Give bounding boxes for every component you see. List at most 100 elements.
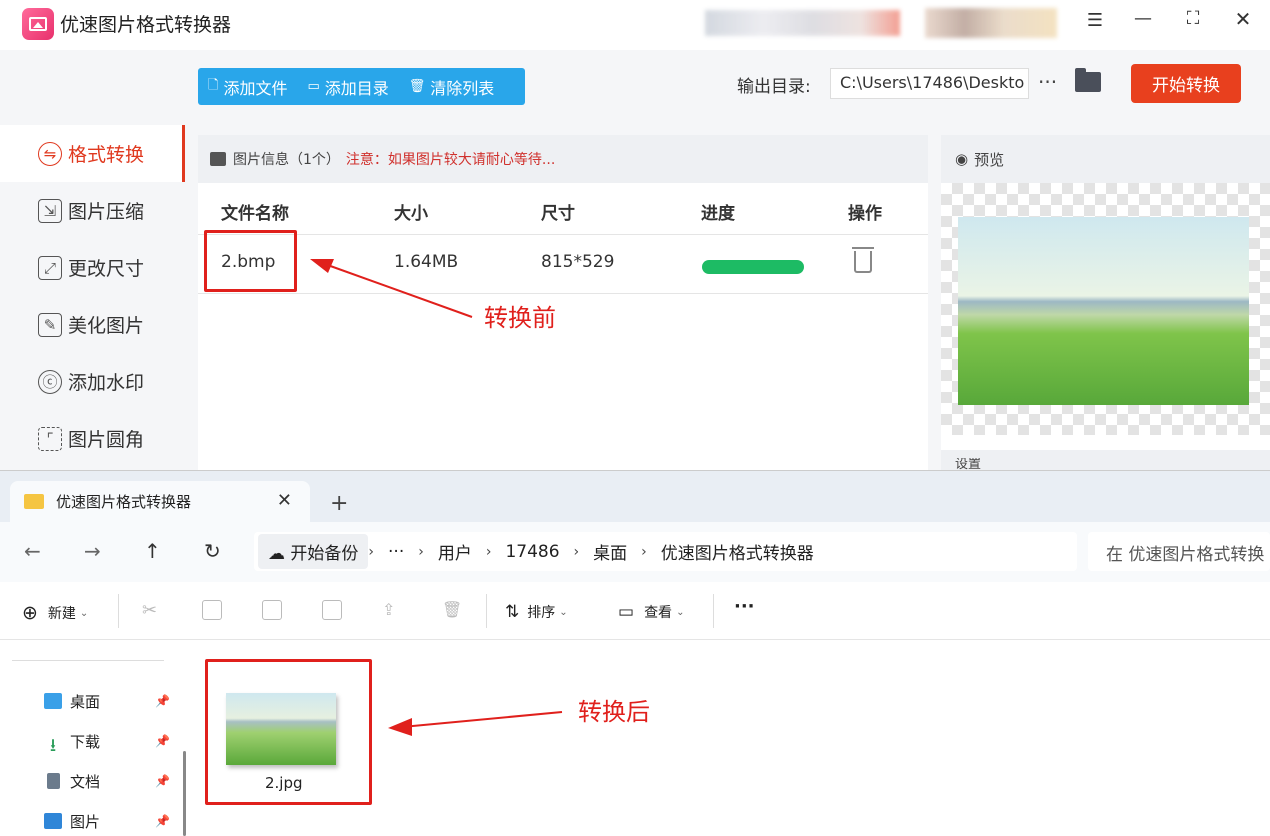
tab-title: 优速图片格式转换器 bbox=[56, 493, 192, 511]
nav-item-documents[interactable]: 文档 📌 bbox=[44, 768, 174, 794]
divider bbox=[713, 594, 714, 628]
app-title: 优速图片格式转换器 bbox=[60, 14, 232, 36]
file-toolbar: 🗋 添加文件 ▭ 添加目录 🗑 清除列表 bbox=[198, 68, 525, 105]
sidebar-item-label: 图片压缩 bbox=[68, 201, 145, 223]
title-bar: 优速图片格式转换器 ☰ — ⛶ ✕ bbox=[0, 0, 1270, 50]
breadcrumb-folder[interactable]: 优速图片格式转换器 bbox=[647, 539, 828, 564]
explorer-tab-bar: 优速图片格式转换器 ✕ + bbox=[0, 471, 1270, 522]
folder-icon bbox=[24, 494, 44, 509]
clear-list-button[interactable]: 🗑 清除列表 bbox=[399, 68, 505, 105]
eye-icon: ◉ bbox=[955, 150, 969, 168]
image-icon bbox=[210, 152, 226, 166]
image-info-bar: 图片信息（1个） 注意：如果图片较大请耐心等待... bbox=[198, 135, 928, 183]
settings-label: 设置 bbox=[955, 458, 982, 470]
breadcrumb-desktop[interactable]: 桌面 bbox=[579, 539, 641, 564]
back-icon[interactable]: ← bbox=[24, 539, 41, 563]
file-explorer: 优速图片格式转换器 ✕ + ← → ↑ ↻ ☁ 开始备份 › ··· › 用户 … bbox=[0, 470, 1270, 836]
new-label: 新建 bbox=[47, 606, 76, 622]
sidebar-item-format-convert[interactable]: ⇋ 格式转换 bbox=[0, 125, 185, 182]
add-dir-label: 添加目录 bbox=[324, 78, 389, 98]
preview-header: ◉ 预览 bbox=[941, 135, 1270, 183]
pin-icon[interactable]: 📌 bbox=[155, 694, 170, 708]
chevron-down-icon: ⌄ bbox=[676, 606, 685, 618]
cut-icon[interactable]: ✂ bbox=[142, 600, 162, 621]
search-input[interactable]: 在 优速图片格式转换 bbox=[1088, 532, 1270, 571]
clear-list-label: 清除列表 bbox=[430, 78, 495, 98]
breadcrumb-user[interactable]: 17486 bbox=[491, 542, 573, 562]
pin-icon[interactable]: 📌 bbox=[155, 774, 170, 788]
forward-icon[interactable]: → bbox=[84, 539, 101, 563]
add-file-button[interactable]: 🗋 添加文件 bbox=[198, 68, 297, 105]
sidebar-item-label: 格式转换 bbox=[68, 144, 145, 166]
watermark-icon: ⓒ bbox=[38, 369, 62, 394]
chevron-down-icon: ⌄ bbox=[559, 606, 568, 618]
output-path-field[interactable]: C:\Users\17486\Deskto bbox=[830, 68, 1029, 99]
backup-icon: ☁ bbox=[268, 544, 291, 564]
address-bar[interactable]: ☁ 开始备份 › ··· › 用户 › 17486 › 桌面 › 优速图片格式转… bbox=[254, 532, 1077, 571]
pin-icon[interactable]: 📌 bbox=[155, 734, 170, 748]
preview-label: 预览 bbox=[974, 150, 1005, 169]
maximize-icon[interactable]: ⛶ bbox=[1178, 8, 1208, 29]
share-icon[interactable]: ⇪ bbox=[382, 600, 402, 620]
nav-item-pictures[interactable]: 图片 📌 bbox=[44, 808, 174, 834]
nav-item-label: 下载 bbox=[70, 732, 101, 751]
sidebar-item-compress[interactable]: ⇲ 图片压缩 bbox=[0, 182, 185, 239]
delete-icon[interactable] bbox=[852, 247, 874, 273]
paste-icon[interactable] bbox=[262, 600, 282, 620]
table-header: 文件名称 大小 尺寸 进度 操作 bbox=[198, 183, 928, 235]
add-file-label: 添加文件 bbox=[223, 78, 288, 98]
sort-button[interactable]: ⇅ 排序 ⌄ bbox=[505, 602, 568, 622]
converter-app: 优速图片格式转换器 ☰ — ⛶ ✕ ⇋ 格式转换 ⇲ 图片压缩 ⤢ 更改尺寸 ✎… bbox=[0, 0, 1270, 470]
sort-icon: ⇅ bbox=[505, 602, 520, 622]
open-folder-icon[interactable] bbox=[1075, 68, 1101, 92]
refresh-icon[interactable]: ↻ bbox=[204, 539, 221, 563]
sidebar-item-label: 更改尺寸 bbox=[68, 258, 145, 280]
file-icon: 🗋 bbox=[208, 77, 219, 93]
blurred-user-info bbox=[705, 10, 900, 36]
plus-icon: ⊕ bbox=[22, 602, 38, 624]
new-tab-icon[interactable]: + bbox=[330, 491, 348, 516]
folder-icon: ▭ bbox=[307, 79, 320, 94]
add-dir-button[interactable]: ▭ 添加目录 bbox=[297, 68, 398, 105]
close-icon[interactable]: ✕ bbox=[1228, 7, 1258, 31]
breadcrumb-label: 开始备份 bbox=[290, 544, 359, 564]
sidebar-item-watermark[interactable]: ⓒ 添加水印 bbox=[0, 353, 185, 410]
sidebar-item-beautify[interactable]: ✎ 美化图片 bbox=[0, 296, 185, 353]
delete-icon[interactable]: 🗑 bbox=[442, 600, 462, 620]
breadcrumb-users[interactable]: 用户 bbox=[424, 539, 486, 564]
settings-header: 设置 bbox=[941, 450, 1270, 470]
progress-bar bbox=[702, 260, 804, 274]
nav-item-desktop[interactable]: 桌面 📌 bbox=[44, 688, 174, 714]
pin-icon[interactable]: 📌 bbox=[155, 814, 170, 828]
nav-item-downloads[interactable]: ⭳ 下载 📌 bbox=[44, 728, 174, 757]
rename-icon[interactable] bbox=[322, 600, 342, 620]
document-icon bbox=[47, 773, 60, 789]
col-name: 文件名称 bbox=[221, 204, 289, 224]
resize-icon: ⤢ bbox=[38, 255, 62, 280]
view-button[interactable]: ▭ 查看 ⌄ bbox=[618, 602, 684, 622]
breadcrumb-more[interactable]: ··· bbox=[374, 542, 418, 562]
breadcrumb-backup[interactable]: ☁ 开始备份 bbox=[258, 534, 369, 569]
divider bbox=[118, 594, 119, 628]
rounded-corner-icon: ⌜ bbox=[38, 426, 62, 451]
more-options-button[interactable]: ··· bbox=[1038, 70, 1057, 94]
explorer-tab[interactable]: 优速图片格式转换器 ✕ bbox=[10, 481, 310, 522]
scrollbar[interactable] bbox=[183, 751, 186, 836]
minimize-icon[interactable]: — bbox=[1128, 8, 1158, 29]
sidebar-item-rounded[interactable]: ⌜ 图片圆角 bbox=[0, 410, 185, 467]
copy-icon[interactable] bbox=[202, 600, 222, 620]
new-button[interactable]: ⊕ 新建 ⌄ bbox=[22, 602, 88, 624]
nav-item-label: 桌面 bbox=[70, 692, 101, 711]
menu-icon[interactable]: ☰ bbox=[1080, 10, 1110, 31]
tab-close-icon[interactable]: ✕ bbox=[277, 490, 292, 511]
sidebar-item-resize[interactable]: ⤢ 更改尺寸 bbox=[0, 239, 185, 296]
more-commands-button[interactable]: ··· bbox=[734, 596, 755, 617]
view-label: 查看 bbox=[644, 605, 673, 621]
up-icon[interactable]: ↑ bbox=[144, 539, 161, 563]
preview-image bbox=[958, 217, 1249, 405]
notice-text: 注意：如果图片较大请耐心等待... bbox=[345, 152, 556, 168]
app-logo-icon bbox=[22, 8, 54, 40]
sidebar-item-label: 美化图片 bbox=[68, 315, 145, 337]
start-convert-button[interactable]: 开始转换 bbox=[1131, 64, 1241, 103]
arrow-after bbox=[388, 711, 563, 736]
